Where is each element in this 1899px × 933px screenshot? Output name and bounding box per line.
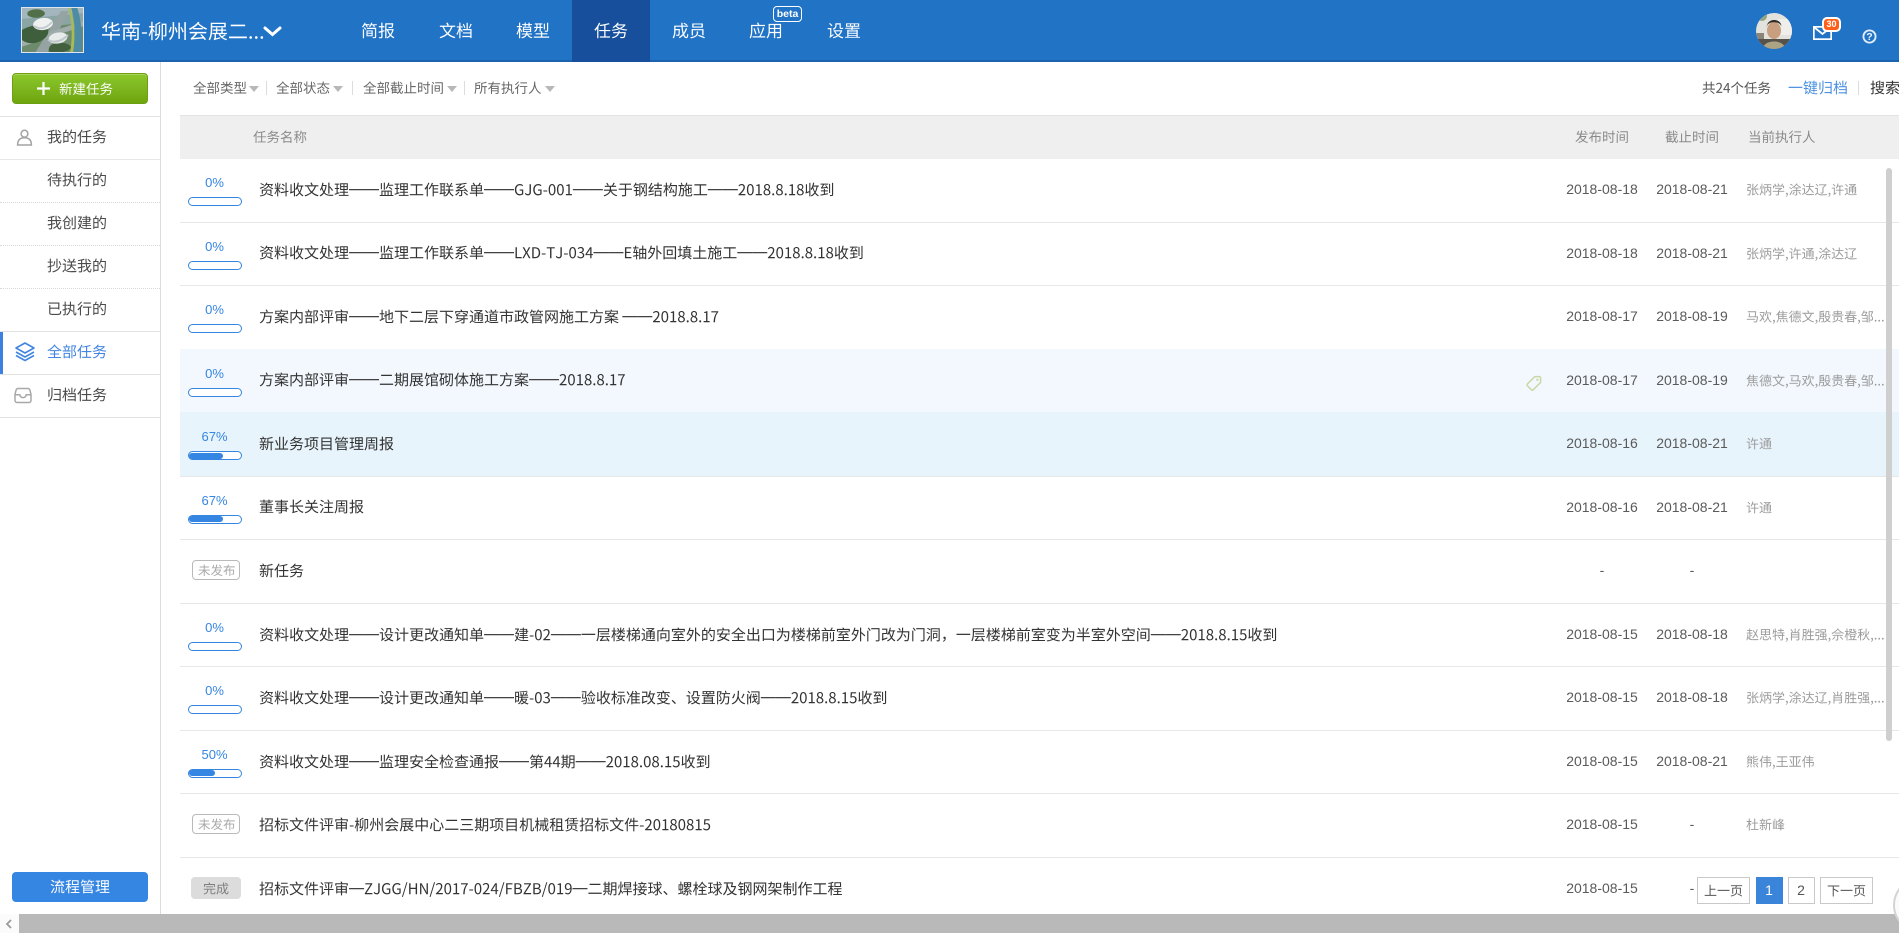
svg-text:?: ?: [1866, 31, 1872, 43]
